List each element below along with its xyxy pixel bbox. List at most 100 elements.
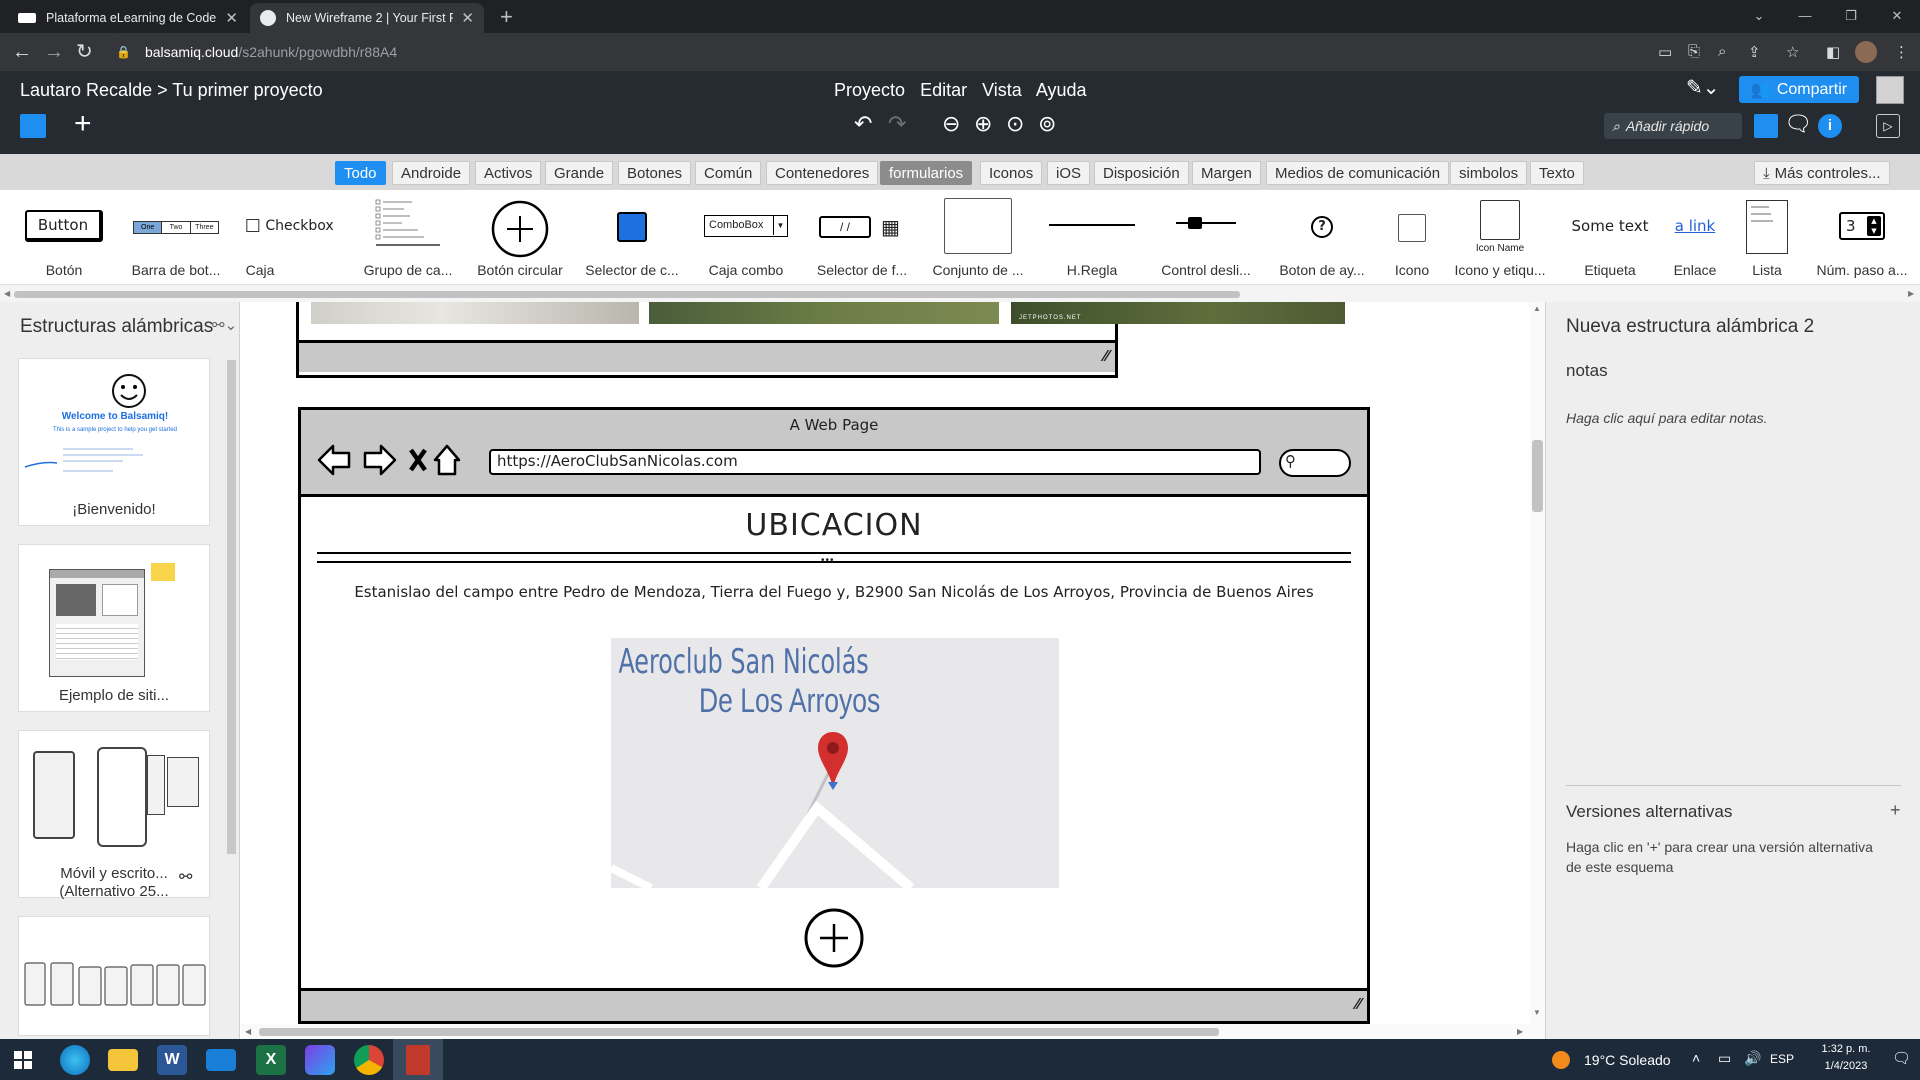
resize-handle-icon[interactable]: ⁄⁄ [1104, 348, 1109, 366]
drag-handle-icon[interactable]: ••• [821, 555, 835, 566]
category-ios[interactable]: iOS [1047, 161, 1091, 185]
volume-icon[interactable]: 🔊 [1744, 1050, 1761, 1067]
library-item-help-button[interactable]: ? Boton de ay... [1272, 190, 1372, 284]
category-grande[interactable]: Grande [545, 161, 614, 185]
translate-icon[interactable]: ⎘ [1688, 43, 1700, 60]
category-medios[interactable]: Medios de comunicación [1266, 161, 1450, 185]
canvas-vscroll-thumb[interactable] [1532, 440, 1543, 512]
reload-icon[interactable]: ↻ [76, 41, 93, 63]
category-activos[interactable]: Activos [475, 161, 542, 185]
category-texto[interactable]: Texto [1530, 161, 1584, 185]
library-item-stepper[interactable]: 3 ▲ ▼ Núm. paso a... [1812, 190, 1912, 284]
category-simbolos[interactable]: simbolos [1450, 161, 1528, 185]
weather-sun-icon[interactable] [1552, 1051, 1570, 1069]
back-icon[interactable]: ← [12, 41, 32, 63]
ui-library-icon[interactable] [1754, 114, 1778, 138]
scroll-left-icon[interactable]: ◀ [245, 1027, 251, 1036]
close-icon[interactable]: ✕ [225, 9, 238, 27]
zoom-actual-icon[interactable]: ⊙ [1006, 111, 1024, 137]
wireframe-thumb-welcome[interactable]: Welcome to Balsamiq! This is a sample pr… [18, 358, 210, 526]
chevron-down-icon[interactable]: ⌄ [1736, 2, 1782, 30]
wireframe-heading[interactable]: UBICACION [301, 508, 1367, 543]
scroll-right-icon[interactable]: ▶ [1908, 289, 1914, 298]
minimize-icon[interactable]: — [1782, 2, 1828, 30]
zoom-in-icon[interactable]: ⊕ [974, 111, 992, 137]
panels-toggle-icon[interactable] [20, 114, 46, 138]
menu-proyecto[interactable]: Proyecto [834, 80, 905, 100]
restore-icon[interactable]: ❐ [1828, 2, 1874, 30]
add-alternate-icon[interactable]: + [1890, 800, 1901, 821]
redo-icon[interactable]: ↷ [888, 111, 906, 137]
wireframe-address[interactable]: Estanislao del campo entre Pedro de Mend… [301, 583, 1367, 601]
library-scrollbar[interactable]: ◀ ▶ [0, 284, 1920, 302]
scroll-left-icon[interactable]: ◀ [4, 289, 10, 298]
language-indicator[interactable]: ESP [1770, 1052, 1794, 1066]
edge-icon[interactable] [60, 1045, 90, 1075]
add-wireframe-icon[interactable]: + [74, 107, 92, 141]
screenshot-icon[interactable]: ▭ [1658, 43, 1672, 61]
category-contenedores[interactable]: Contenedores [766, 161, 879, 185]
side-panel-icon[interactable]: ◧ [1826, 43, 1840, 61]
url-input[interactable]: 🔒 balsamiq.cloud/s2ahunk/pgowdbh/r88A4 [106, 37, 1651, 67]
wireframe-thumb-website[interactable]: Ejemplo de siti... [18, 544, 210, 712]
network-icon[interactable]: ▭ [1718, 1050, 1731, 1067]
scroll-up-icon[interactable]: ▲ [1533, 304, 1541, 313]
excel-icon[interactable]: X [256, 1045, 286, 1075]
category-disposicion[interactable]: Disposición [1094, 161, 1189, 185]
category-formularios[interactable]: formularios [880, 161, 973, 185]
menu-vista[interactable]: Vista [982, 80, 1022, 100]
tab-coderhouse[interactable]: Plataforma eLearning de Coderhouse ✕ [8, 3, 248, 33]
file-explorer-icon[interactable] [108, 1049, 138, 1071]
windows-start-icon[interactable] [14, 1051, 32, 1069]
more-controls-button[interactable]: ⤓ Más controles... [1754, 161, 1890, 185]
mail-icon[interactable] [206, 1049, 236, 1071]
category-todo[interactable]: Todo [335, 161, 386, 185]
left-panel-scrollbar[interactable] [227, 360, 236, 854]
category-iconos[interactable]: Iconos [980, 161, 1043, 185]
clock-time[interactable]: 1:32 p. m. [1806, 1043, 1886, 1055]
library-item-combobox[interactable]: ComboBox ▼ Caja combo [696, 190, 796, 284]
library-item-button[interactable]: Button Botón [20, 190, 108, 284]
scroll-right-icon[interactable]: ▶ [1517, 1027, 1523, 1036]
alternates-icon[interactable]: ⚯⌄ [212, 316, 237, 334]
library-item-round-button[interactable]: Botón circular [470, 190, 570, 284]
canvas-vertical-scrollbar[interactable]: ▲ ▼ [1530, 302, 1545, 1039]
library-item-date-chooser[interactable]: / / ▦ Selector de f... [812, 190, 912, 284]
chrome-icon[interactable] [354, 1045, 384, 1075]
library-scroll-thumb[interactable] [14, 291, 1240, 298]
browser-window-wireframe[interactable]: A Web Page https://AeroClubSanNicolas.co… [298, 407, 1370, 1024]
canvas-horizontal-scrollbar[interactable]: ◀ ▶ [241, 1024, 1531, 1039]
library-item-slider[interactable]: Control desli... [1156, 190, 1256, 284]
more-vert-icon[interactable]: ⋮ [1894, 43, 1909, 61]
wireframe-add-button[interactable] [803, 907, 865, 969]
close-window-icon[interactable]: ✕ [1874, 2, 1920, 30]
library-item-label[interactable]: Some text Etiqueta [1560, 190, 1660, 284]
breadcrumb[interactable]: Lautaro Recalde > Tu primer proyecto [20, 80, 323, 101]
comment-icon[interactable]: 🗨 [1784, 111, 1812, 137]
wireframe-search-field[interactable]: ⚲ [1279, 449, 1351, 477]
word-icon[interactable]: W [157, 1045, 187, 1075]
category-comun[interactable]: Común [695, 161, 762, 185]
library-item-checkbox-group[interactable]: Grupo de ca... [358, 190, 458, 284]
info-icon[interactable]: i [1818, 114, 1842, 138]
notifications-icon[interactable]: 🗨 [1892, 1049, 1911, 1067]
canvas-hscroll-thumb[interactable] [259, 1028, 1219, 1036]
resize-handle-icon[interactable]: ⁄⁄ [1356, 996, 1361, 1014]
scroll-down-icon[interactable]: ▼ [1533, 1008, 1541, 1017]
library-item-link[interactable]: a link Enlace [1660, 190, 1730, 284]
new-tab-icon[interactable]: + [500, 4, 513, 30]
close-icon[interactable]: ✕ [461, 9, 474, 27]
previous-window-frame[interactable]: JETPHOTOS.NET ⁄⁄ [296, 302, 1345, 378]
user-avatar[interactable] [1876, 76, 1904, 104]
category-androide[interactable]: Androide [392, 161, 471, 185]
pencil-icon[interactable]: ✎⌄ [1686, 75, 1720, 100]
library-item-hrule[interactable]: H.Regla [1042, 190, 1142, 284]
wireframe-thumb-screens[interactable] [18, 916, 210, 1036]
menu-editar[interactable]: Editar [920, 80, 967, 100]
wireframe-map[interactable]: Aeroclub San Nicolás De Los Arroyos [611, 638, 1059, 888]
share-page-icon[interactable]: ⇪ [1748, 43, 1761, 61]
category-margen[interactable]: Margen [1192, 161, 1261, 185]
library-item-checkbox[interactable]: Checkbox Caja [240, 190, 340, 284]
clock-date[interactable]: 1/4/2023 [1806, 1060, 1886, 1072]
zoom-icon[interactable]: ⌕ [1718, 43, 1726, 60]
